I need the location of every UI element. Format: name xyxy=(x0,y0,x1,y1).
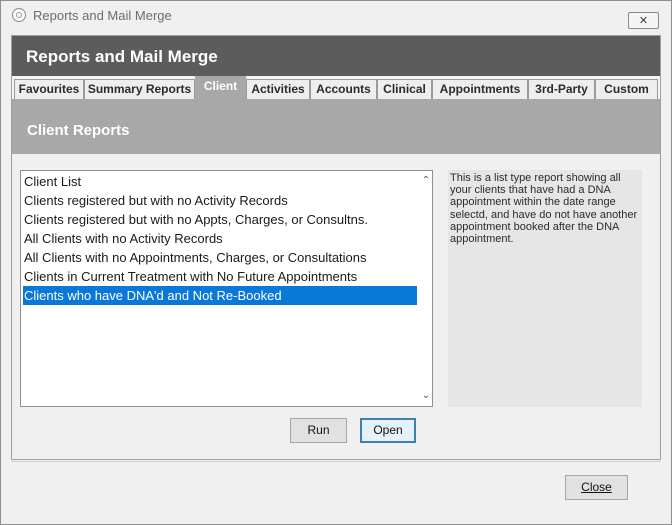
list-item-selected[interactable]: Clients who have DNA'd and Not Re-Booked xyxy=(23,286,417,305)
list-item[interactable]: Clients registered but with no Appts, Ch… xyxy=(23,210,417,229)
close-button[interactable]: Close xyxy=(565,475,628,500)
tab-accounts[interactable]: Accounts xyxy=(310,79,377,99)
section-title: Client Reports xyxy=(27,122,130,139)
title-bar: Reports and Mail Merge ✕ xyxy=(1,1,671,31)
report-description: This is a list type report showing all y… xyxy=(448,170,642,407)
tab-activities[interactable]: Activities xyxy=(246,79,310,99)
window-title: Reports and Mail Merge xyxy=(33,8,172,23)
run-button[interactable]: Run xyxy=(290,418,347,443)
reports-panel: Client List Clients registered but with … xyxy=(12,154,660,459)
scroll-up-icon[interactable]: ⌃ xyxy=(419,174,432,188)
tab-summary-reports[interactable]: Summary Reports xyxy=(84,79,195,99)
tab-3rd-party[interactable]: 3rd-Party xyxy=(528,79,595,99)
list-item[interactable]: All Clients with no Appointments, Charge… xyxy=(23,248,417,267)
report-list[interactable]: Client List Clients registered but with … xyxy=(20,170,433,407)
list-item[interactable]: Clients registered but with no Activity … xyxy=(23,191,417,210)
report-window: Reports and Mail Merge ✕ Reports and Mai… xyxy=(0,0,672,525)
tab-strip: Favourites Summary Reports Client Activi… xyxy=(12,76,660,99)
open-button-label: Open xyxy=(373,423,403,437)
list-item[interactable]: Client List xyxy=(23,172,417,191)
tab-custom[interactable]: Custom xyxy=(595,79,658,99)
page-header: Reports and Mail Merge xyxy=(12,36,660,76)
tab-clinical[interactable]: Clinical xyxy=(377,79,432,99)
tab-appointments[interactable]: Appointments xyxy=(432,79,528,99)
scroll-down-icon[interactable]: ⌄ xyxy=(419,389,432,403)
footer-divider xyxy=(11,461,661,462)
tab-favourites[interactable]: Favourites xyxy=(14,79,84,99)
window-close-button[interactable]: ✕ xyxy=(628,12,659,29)
app-icon xyxy=(12,8,26,22)
tab-client[interactable]: Client xyxy=(195,76,246,99)
main-content: Reports and Mail Merge Favourites Summar… xyxy=(11,35,661,460)
list-item[interactable]: All Clients with no Activity Records xyxy=(23,229,417,248)
section-header: Client Reports xyxy=(12,99,660,154)
list-item[interactable]: Clients in Current Treatment with No Fut… xyxy=(23,267,417,286)
open-button[interactable]: Open xyxy=(360,418,416,443)
page-title: Reports and Mail Merge xyxy=(26,47,218,66)
